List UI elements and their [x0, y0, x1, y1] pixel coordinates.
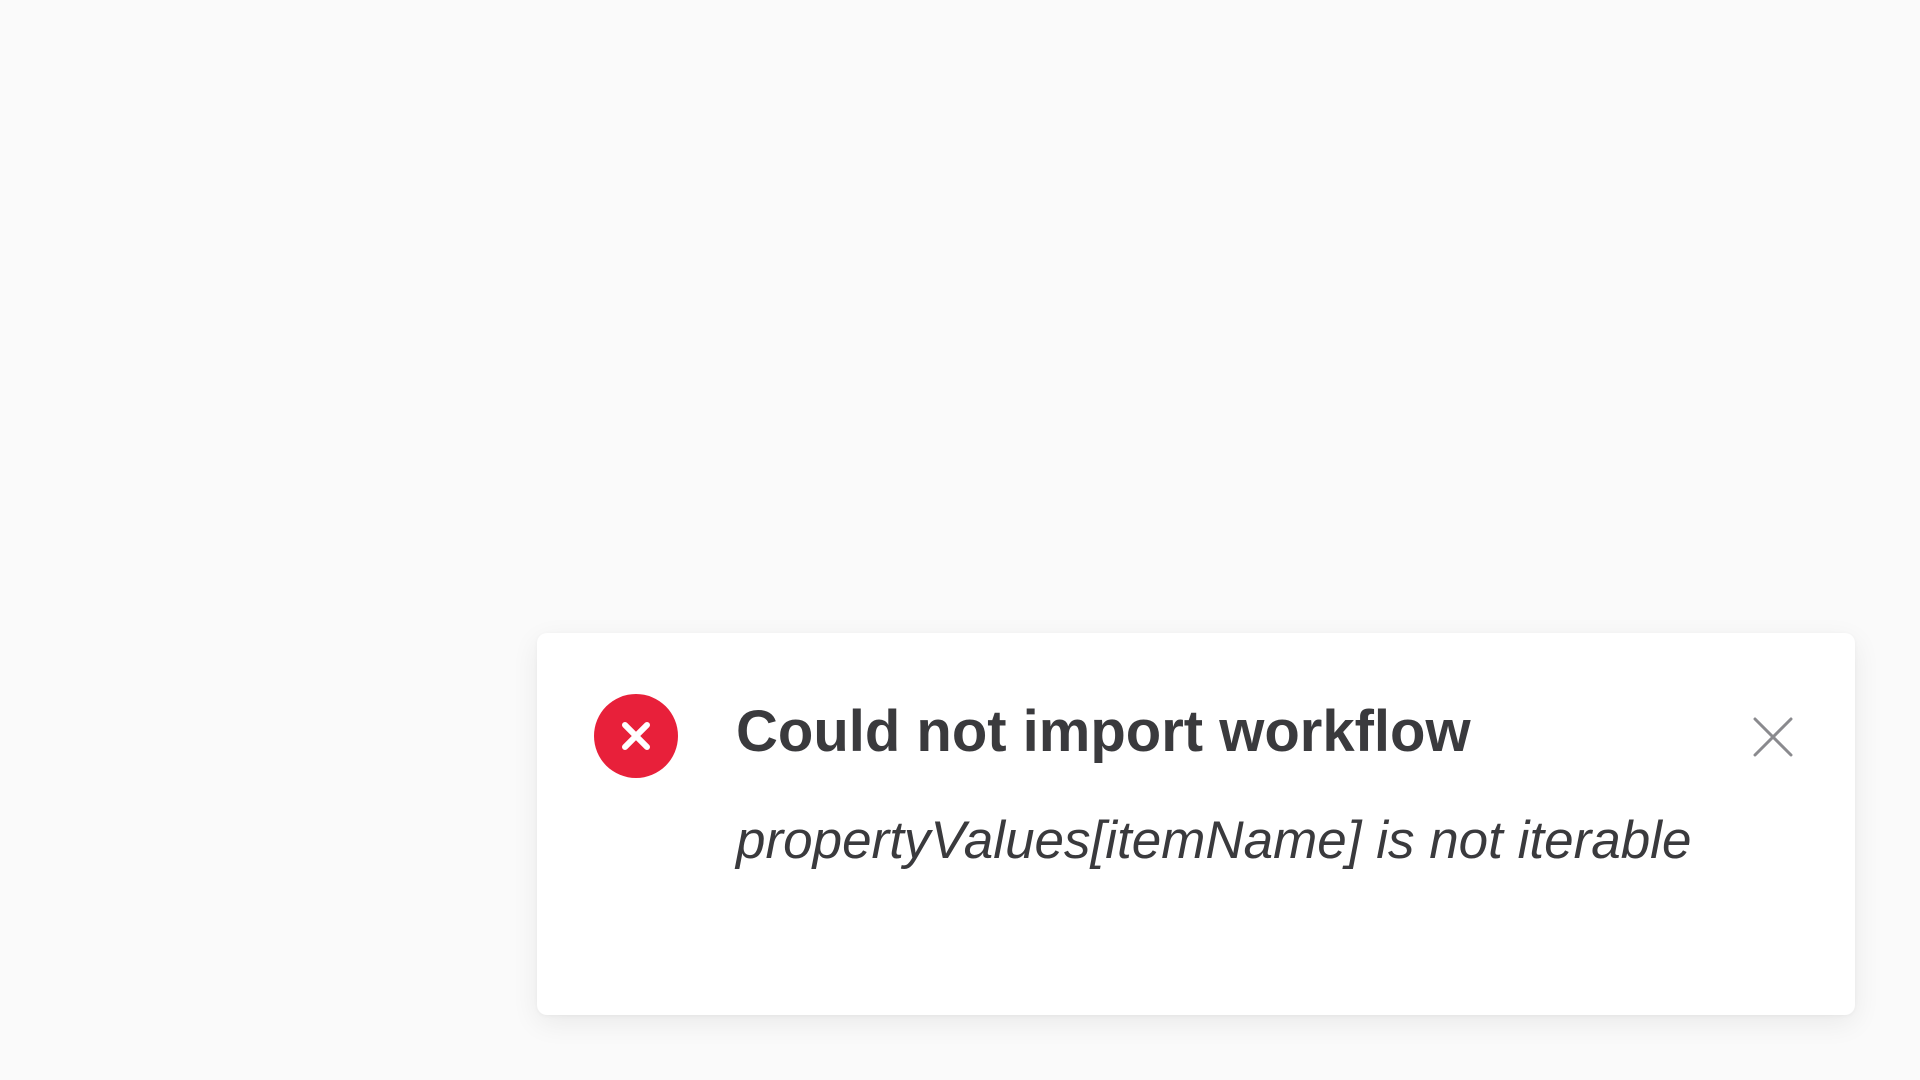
error-x-mark-icon — [622, 722, 650, 750]
close-notification-button[interactable] — [1737, 701, 1809, 773]
close-icon — [1753, 717, 1793, 757]
error-x-circle-icon — [594, 694, 678, 778]
notification-message: propertyValues[itemName] is not iterable — [736, 811, 1692, 870]
notification-title: Could not import workflow — [736, 699, 1471, 764]
error-notification: Could not import workflow propertyValues… — [537, 633, 1855, 1015]
